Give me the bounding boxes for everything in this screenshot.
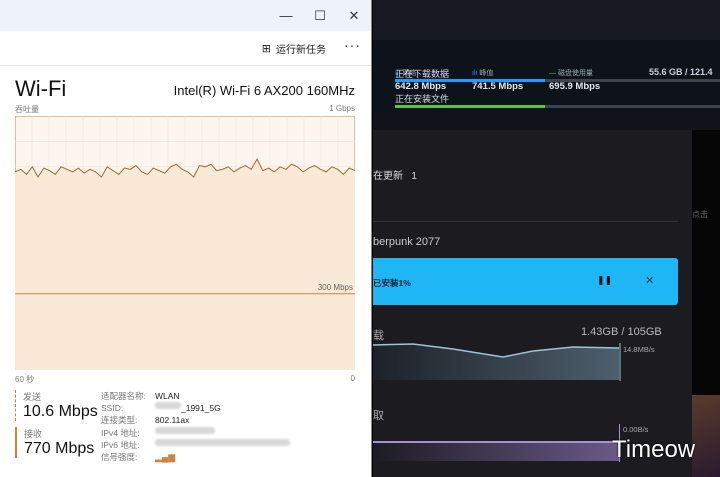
download-size: 1.43GB / 105GB [581, 326, 662, 338]
new-task-icon: ⊞ [261, 43, 271, 55]
prop-key: SSID: [101, 403, 124, 414]
prop-value: _1991_5G [181, 403, 221, 414]
send-label: 发送 [23, 392, 42, 402]
disk-rate: 0.00B/s [623, 425, 649, 434]
disk-section-label: 取 [373, 410, 384, 422]
side-area: 点击 [692, 130, 720, 477]
download-progress-bar [395, 79, 720, 82]
more-button[interactable]: ··· [344, 37, 361, 53]
install-progress-bar [395, 105, 720, 108]
download-area [373, 344, 619, 380]
game-title[interactable]: berpunk 2077 [373, 236, 440, 248]
prop-value: WLAN [155, 391, 180, 401]
reference-label: 300 Mbps [317, 283, 353, 292]
run-new-task-label: 运行新任务 [276, 45, 326, 56]
ipv4-redacted [155, 426, 215, 434]
install-banner: 已安装1% ❚❚ ✕ [373, 258, 678, 305]
installing-label: 正在安装文件 [395, 94, 450, 104]
steam-downloads: ılı 网络 642.8 Mbps ılı 峰值 741.5 Mbps — 磁盘使用… [373, 0, 720, 477]
maximize-button[interactable]: ☐ [303, 0, 337, 31]
close-button[interactable]: ✕ [337, 0, 371, 31]
send-stat: 发送 10.6 Mbps [15, 390, 98, 421]
signal-strength-icon: ▂▄▆ [155, 452, 176, 463]
receive-value: 770 Mbps [24, 440, 95, 457]
task-manager-window: — ☐ ✕ ⊞ 运行新任务 ··· Wi-Fi Intel(R) Wi-Fi 6… [0, 0, 372, 477]
prop-value: 802.11ax [155, 415, 190, 426]
download-rate: 14.8MB/s [623, 345, 655, 354]
receive-area [15, 159, 355, 370]
ipv6-redacted [155, 438, 290, 446]
prop-key: 连接类型: [101, 415, 138, 426]
prop-key: 适配器名称: [101, 391, 146, 401]
updating-heading: 在更新 1 [373, 171, 417, 182]
minimize-button[interactable]: — [269, 0, 303, 31]
disk-rate-graph [373, 441, 619, 461]
game-artwork [692, 395, 720, 477]
watermark: Timeow [612, 436, 696, 463]
time-right-label: 0 [350, 374, 355, 383]
run-new-task-button[interactable]: ⊞ 运行新任务 [262, 41, 326, 56]
properties-list: 适配器名称: WLAN SSID: _1991_5G 连接类型: 802.11ax I… [101, 390, 290, 463]
cancel-button[interactable]: ✕ [645, 274, 654, 287]
page-title: Wi-Fi [15, 76, 67, 101]
receive-stat: 接收 770 Mbps [15, 427, 94, 458]
pause-button[interactable]: ❚❚ [597, 275, 612, 286]
adapter-name: Intel(R) Wi-Fi 6 AX200 160MHz [173, 83, 355, 98]
prop-key: IPv6 地址: [101, 439, 140, 450]
time-left-label: 60 秒 [15, 375, 35, 384]
title-bar: — ☐ ✕ [0, 0, 371, 31]
install-status: 已安装1% [373, 278, 411, 288]
send-value: 10.6 Mbps [23, 403, 98, 420]
side-hint: 点击 [692, 210, 708, 219]
downloading-size: 55.6 GB / 121.4 [649, 67, 713, 77]
throughput-chart [15, 116, 355, 370]
prop-key: IPv4 地址: [101, 427, 140, 438]
max-label: 1 Gbps [329, 104, 355, 113]
throughput-label: 吞吐量 [15, 105, 39, 114]
prop-key: 信号强度: [101, 452, 138, 463]
command-bar: ⊞ 运行新任务 ··· [0, 31, 371, 66]
receive-label: 接收 [24, 429, 43, 439]
queue-panel: 在更新 1 berpunk 2077 已安装1% ❚❚ ✕ 载 1.43GB /… [373, 130, 692, 477]
